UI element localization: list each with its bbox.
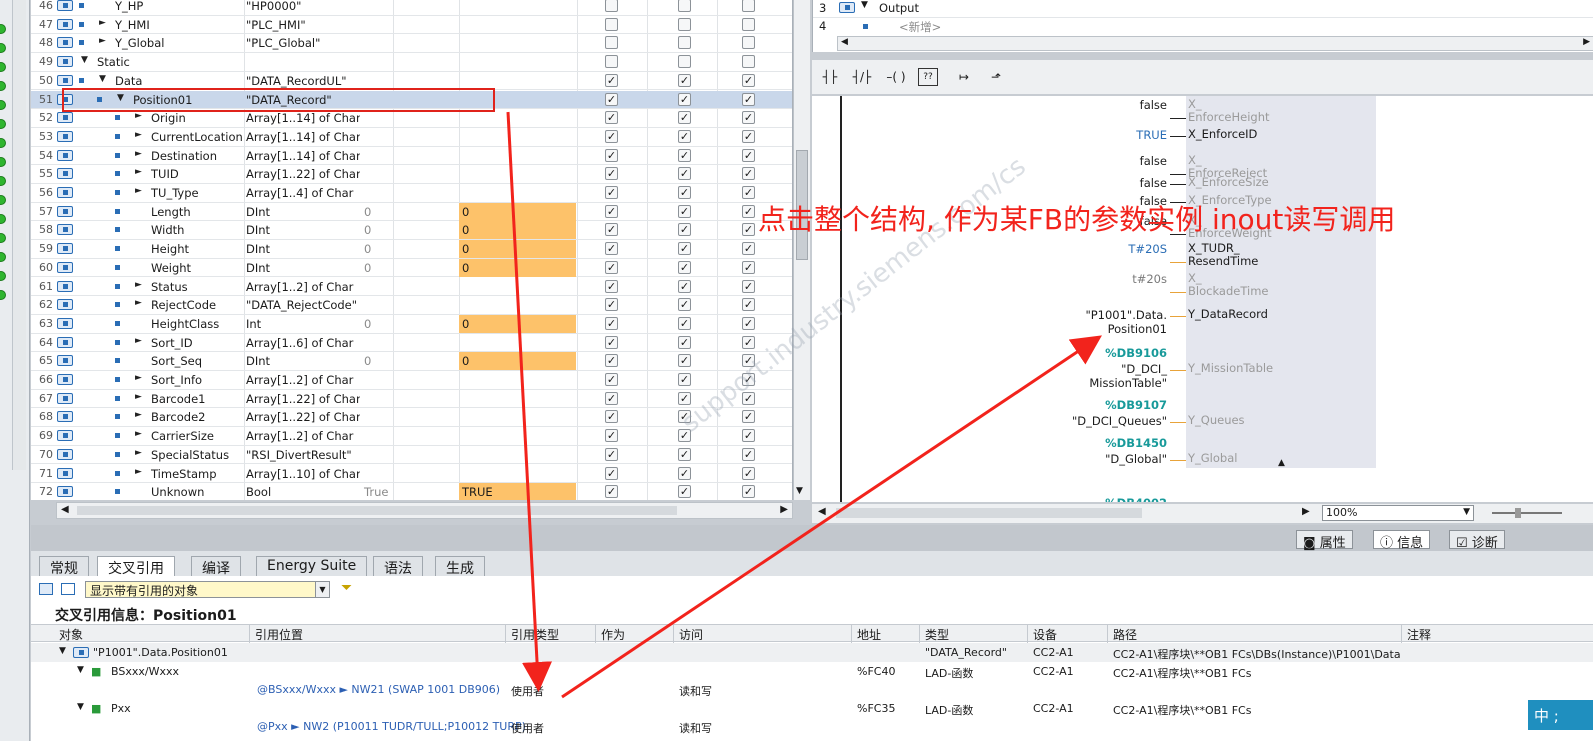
annotation-arrows xyxy=(506,111,1102,699)
ime-indicator[interactable]: 中 ; xyxy=(1528,700,1593,730)
